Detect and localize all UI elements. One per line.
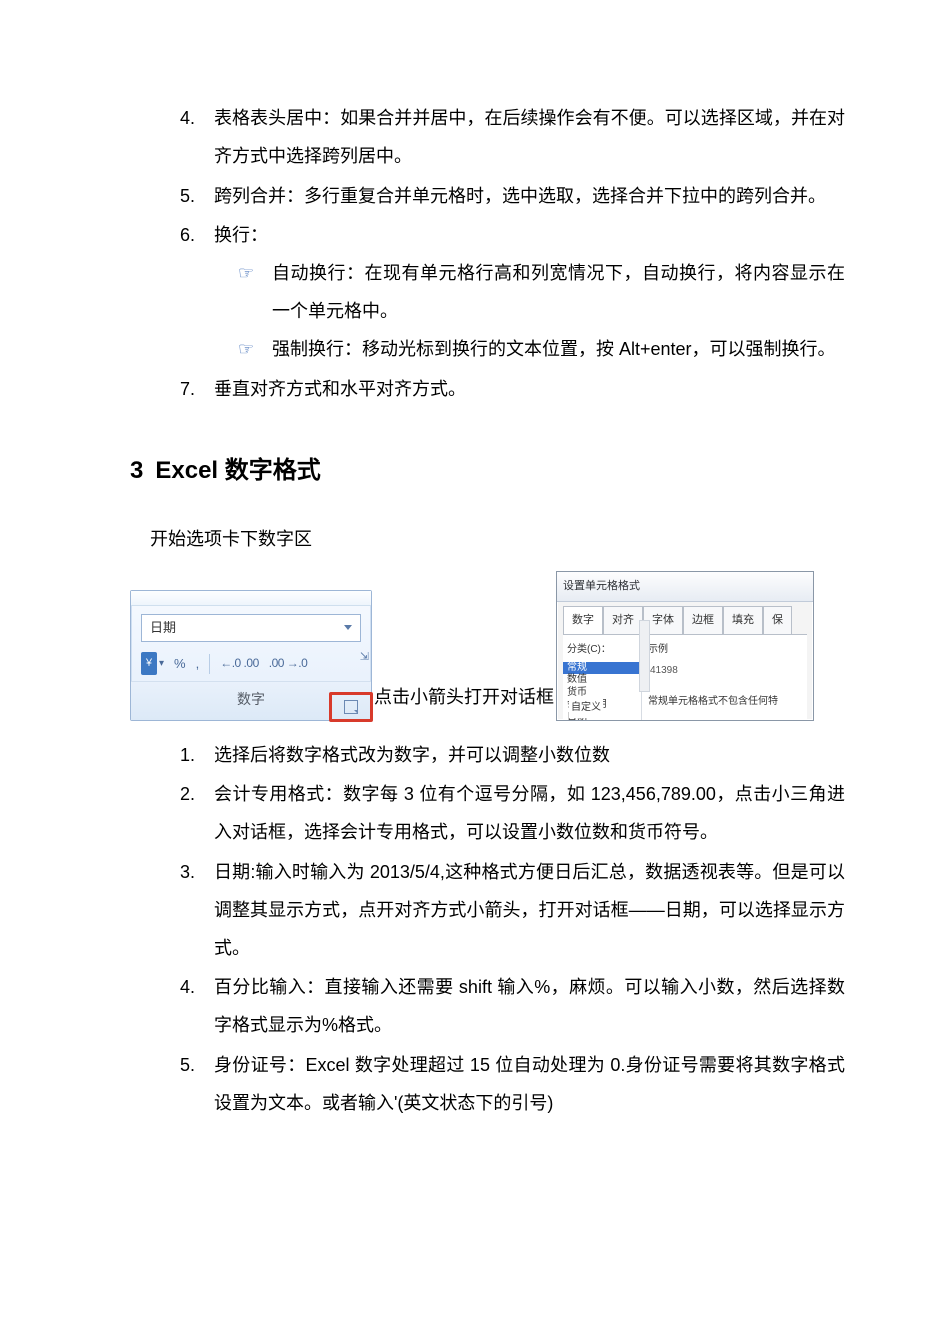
scrollbar[interactable] xyxy=(639,620,650,692)
list-item: 1. 选择后将数字格式改为数字，并可以调整小数位数 xyxy=(180,737,845,775)
tab-alignment[interactable]: 对齐 xyxy=(603,606,643,634)
pointer-icon: ☞ xyxy=(238,255,254,293)
list-item: 6. 换行： ☞ 自动换行：在现有单元格行高和列宽情况下，自动换行，将内容显示在… xyxy=(180,217,845,368)
currency-button[interactable]: ￥ ▾ xyxy=(141,652,164,675)
tab-fill[interactable]: 填充 xyxy=(723,606,763,634)
ribbon-buttons-row: ￥ ▾ % , ←.0 .00 .00 →.0 ⇲ xyxy=(131,642,371,681)
item-text: 日期:输入时输入为 2013/5/4,这种格式方便日后汇总，数据透视表等。但是可… xyxy=(214,862,845,958)
dialog-launcher-icon[interactable] xyxy=(344,700,358,714)
group-label-text: 数字 xyxy=(237,691,265,707)
item-text: 会计专用格式：数字每 3 位有个逗号分隔，如 123,456,789.00，点击… xyxy=(214,784,845,842)
item-number: 4. xyxy=(180,100,195,138)
format-cells-dialog: 设置单元格格式 数字 对齐 字体 边框 填充 保 分类(C)： 常规 数值 货币… xyxy=(556,571,814,721)
sublist-text: 自动换行：在现有单元格行高和列宽情况下，自动换行，将内容显示在一个单元格中。 xyxy=(272,263,845,321)
currency-icon: ￥ xyxy=(141,652,157,675)
chevron-down-icon: ▾ xyxy=(159,653,164,674)
tab-number[interactable]: 数字 xyxy=(563,606,603,634)
ribbon-top-strip xyxy=(131,591,371,606)
ribbon-group-label: 数字 xyxy=(131,681,371,719)
item-text: 垂直对齐方式和水平对齐方式。 xyxy=(214,379,466,399)
item-number: 3. xyxy=(180,854,195,892)
sample-label: 示例 xyxy=(648,639,801,660)
figure-row: 日期 ￥ ▾ % , ←.0 .00 .00 →.0 ⇲ 数字 xyxy=(130,571,845,721)
item-text: 百分比输入：直接输入还需要 shift 输入%，麻烦。可以输入小数，然后选择数字… xyxy=(214,977,845,1035)
item-number: 1. xyxy=(180,737,195,775)
section-number: 3 xyxy=(130,457,143,484)
combo-value: 日期 xyxy=(150,614,176,641)
sublist-text: 强制换行：移动光标到换行的文本位置，按 Alt+enter，可以强制换行。 xyxy=(272,339,836,359)
item-number: 4. xyxy=(180,969,195,1007)
sublist-item: ☞ 自动换行：在现有单元格行高和列宽情况下，自动换行，将内容显示在一个单元格中。 xyxy=(238,255,845,331)
tab-protection[interactable]: 保 xyxy=(763,606,792,634)
item-number: 5. xyxy=(180,1047,195,1085)
sublist: ☞ 自动换行：在现有单元格行高和列宽情况下，自动换行，将内容显示在一个单元格中。… xyxy=(238,255,845,368)
overflow-icon: ⇲ xyxy=(360,646,369,669)
tab-border[interactable]: 边框 xyxy=(683,606,723,634)
item-text: 跨列合并：多行重复合并单元格时，选中选取，选择合并下拉中的跨列合并。 xyxy=(214,186,826,206)
item-text: 选择后将数字格式改为数字，并可以调整小数位数 xyxy=(214,745,610,765)
increase-decimal-button[interactable]: ←.0 .00 xyxy=(220,651,259,676)
dialog-launcher-highlight xyxy=(329,692,373,722)
category-item[interactable]: 数值 xyxy=(563,674,641,687)
format-note: 常规单元格格式不包含任何特 xyxy=(648,691,801,712)
percent-button[interactable]: % xyxy=(174,650,186,677)
list-item: 7. 垂直对齐方式和水平对齐方式。 xyxy=(180,371,845,409)
item-number: 7. xyxy=(180,371,195,409)
item-number: 5. xyxy=(180,178,195,216)
category-label: 分类(C)： xyxy=(563,639,641,662)
pointer-icon: ☞ xyxy=(238,331,254,369)
list-section-a: 4. 表格表头居中：如果合并并居中，在后续操作会有不便。可以选择区域，并在对齐方… xyxy=(180,100,845,408)
dialog-title: 设置单元格格式 xyxy=(557,572,813,602)
item-text: 表格表头居中：如果合并并居中，在后续操作会有不便。可以选择区域，并在对齐方式中选… xyxy=(214,108,845,166)
category-item-custom[interactable]: 自定义 xyxy=(569,697,603,718)
comma-style-button[interactable]: , xyxy=(196,650,200,677)
figure-caption: 点击小箭头打开对话框 xyxy=(372,679,556,721)
sublist-item: ☞ 强制换行：移动光标到换行的文本位置，按 Alt+enter，可以强制换行。 xyxy=(238,331,845,369)
list-item: 2. 会计专用格式：数字每 3 位有个逗号分隔，如 123,456,789.00… xyxy=(180,776,845,852)
document-page: 4. 表格表头居中：如果合并并居中，在后续操作会有不便。可以选择区域，并在对齐方… xyxy=(0,0,945,1245)
section-intro: 开始选项卡下数字区 xyxy=(150,521,845,559)
category-item-general[interactable]: 常规 xyxy=(563,662,641,675)
item-text: 身份证号：Excel 数字处理超过 15 位自动处理为 0.身份证号需要将其数字… xyxy=(214,1055,845,1113)
list-item: 5. 身份证号：Excel 数字处理超过 15 位自动处理为 0.身份证号需要将… xyxy=(180,1047,845,1123)
list-item: 3. 日期:输入时输入为 2013/5/4,这种格式方便日后汇总，数据透视表等。… xyxy=(180,854,845,967)
list-item: 4. 百分比输入：直接输入还需要 shift 输入%，麻烦。可以输入小数，然后选… xyxy=(180,969,845,1045)
item-text: 换行： xyxy=(214,225,268,245)
decrease-decimal-button[interactable]: .00 →.0 xyxy=(269,651,308,676)
sample-value: 41398 xyxy=(648,660,801,681)
list-section-b: 1. 选择后将数字格式改为数字，并可以调整小数位数 2. 会计专用格式：数字每 … xyxy=(180,737,845,1123)
item-number: 6. xyxy=(180,217,195,255)
ribbon-number-group: 日期 ￥ ▾ % , ←.0 .00 .00 →.0 ⇲ 数字 xyxy=(130,590,372,721)
number-format-combo[interactable]: 日期 xyxy=(141,614,361,642)
section-heading: 3 Excel 数字格式 xyxy=(130,446,845,496)
section-title: Excel 数字格式 xyxy=(155,457,320,484)
list-item: 5. 跨列合并：多行重复合并单元格时，选中选取，选择合并下拉中的跨列合并。 xyxy=(180,178,845,216)
dialog-right-pane: 示例 41398 常规单元格格式不包含任何特 xyxy=(642,635,807,721)
separator xyxy=(209,654,210,674)
item-number: 2. xyxy=(180,776,195,814)
chevron-down-icon xyxy=(344,625,352,630)
list-item: 4. 表格表头居中：如果合并并居中，在后续操作会有不便。可以选择区域，并在对齐方… xyxy=(180,100,845,176)
dialog-tabs: 数字 对齐 字体 边框 填充 保 xyxy=(563,606,809,634)
